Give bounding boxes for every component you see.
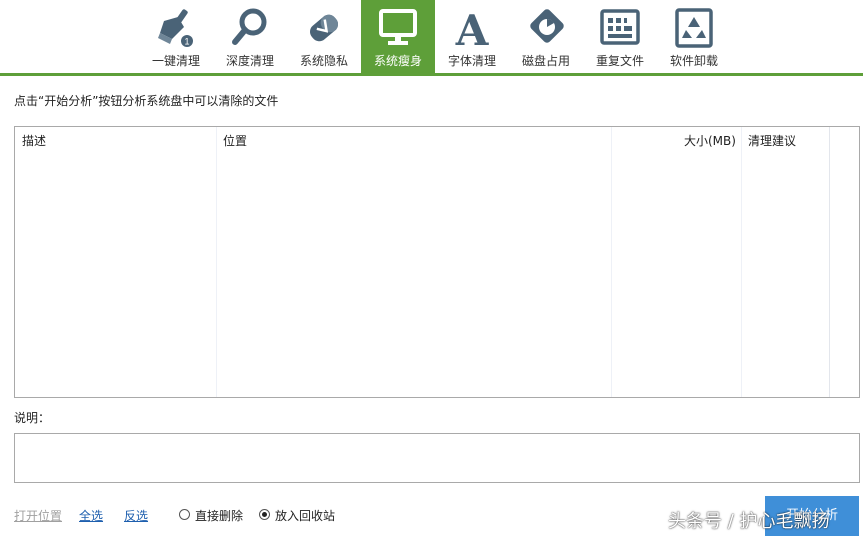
font-a-icon: A xyxy=(455,7,490,49)
tool-system-privacy[interactable]: 系统隐私 xyxy=(287,0,361,73)
toolbar-divider xyxy=(0,73,863,76)
column-divider xyxy=(216,127,217,397)
watermark-text: 头条号 / 护心毛飘扬 xyxy=(668,511,830,532)
tool-disk-usage[interactable]: 磁盘占用 xyxy=(509,0,583,73)
column-header-suggestion[interactable]: 清理建议 xyxy=(748,132,796,149)
tool-label: 软件卸载 xyxy=(669,54,718,68)
radio-label: 直接删除 xyxy=(195,509,244,523)
column-divider xyxy=(611,127,612,397)
tool-label: 字体清理 xyxy=(447,54,496,68)
duplicate-files-icon xyxy=(600,9,640,45)
tool-deep-clean[interactable]: 深度清理 xyxy=(213,0,287,73)
column-divider xyxy=(741,127,742,397)
tool-duplicate-files[interactable]: 重复文件 xyxy=(583,0,657,73)
magnifier-icon xyxy=(232,8,267,45)
recycle-icon xyxy=(675,8,713,48)
tool-label: 系统隐私 xyxy=(299,54,348,68)
open-location-link[interactable]: 打开位置 xyxy=(14,507,62,524)
description-label: 说明： xyxy=(14,411,51,425)
broom-icon: 1 xyxy=(158,9,193,47)
column-header-size[interactable]: 大小(MB) xyxy=(684,132,736,149)
instruction-text: 点击“开始分析”按钮分析系统盘中可以清除的文件 xyxy=(14,94,279,108)
tool-label: 深度清理 xyxy=(225,54,274,68)
result-table[interactable]: 描述 位置 大小(MB) 清理建议 xyxy=(14,126,860,398)
tool-font-clean[interactable]: A 字体清理 xyxy=(435,0,509,73)
radio-circle-selected xyxy=(259,509,270,520)
radio-delete-directly[interactable]: 直接删除 xyxy=(179,507,243,524)
eraser-icon xyxy=(309,14,339,42)
select-all-link[interactable]: 全选 xyxy=(79,507,103,524)
radio-label: 放入回收站 xyxy=(275,509,336,523)
svg-text:A: A xyxy=(455,7,490,49)
tool-label: 系统瘦身 xyxy=(373,54,422,68)
radio-move-to-recycle-bin[interactable]: 放入回收站 xyxy=(259,507,335,524)
tool-software-uninstall[interactable]: 软件卸载 xyxy=(657,0,731,73)
main-toolbar: 1 一键清理 深度清理 系统隐私 系统瘦身 A 字体清理 磁盘占用 重复文件 软… xyxy=(0,0,863,73)
column-divider xyxy=(829,127,830,397)
svg-text:1: 1 xyxy=(184,37,189,47)
invert-selection-link[interactable]: 反选 xyxy=(124,507,148,524)
disk-pie-icon xyxy=(530,9,564,43)
description-box xyxy=(14,433,860,483)
column-header-description[interactable]: 描述 xyxy=(22,132,46,149)
column-header-location[interactable]: 位置 xyxy=(223,132,247,149)
tool-system-slim[interactable]: 系统瘦身 xyxy=(361,0,435,73)
tool-label: 磁盘占用 xyxy=(521,54,570,68)
radio-circle xyxy=(179,509,190,520)
tool-label: 重复文件 xyxy=(595,54,644,68)
tool-one-click-clean[interactable]: 1 一键清理 xyxy=(139,0,213,73)
monitor-icon xyxy=(379,9,417,45)
tool-label: 一键清理 xyxy=(151,54,200,68)
